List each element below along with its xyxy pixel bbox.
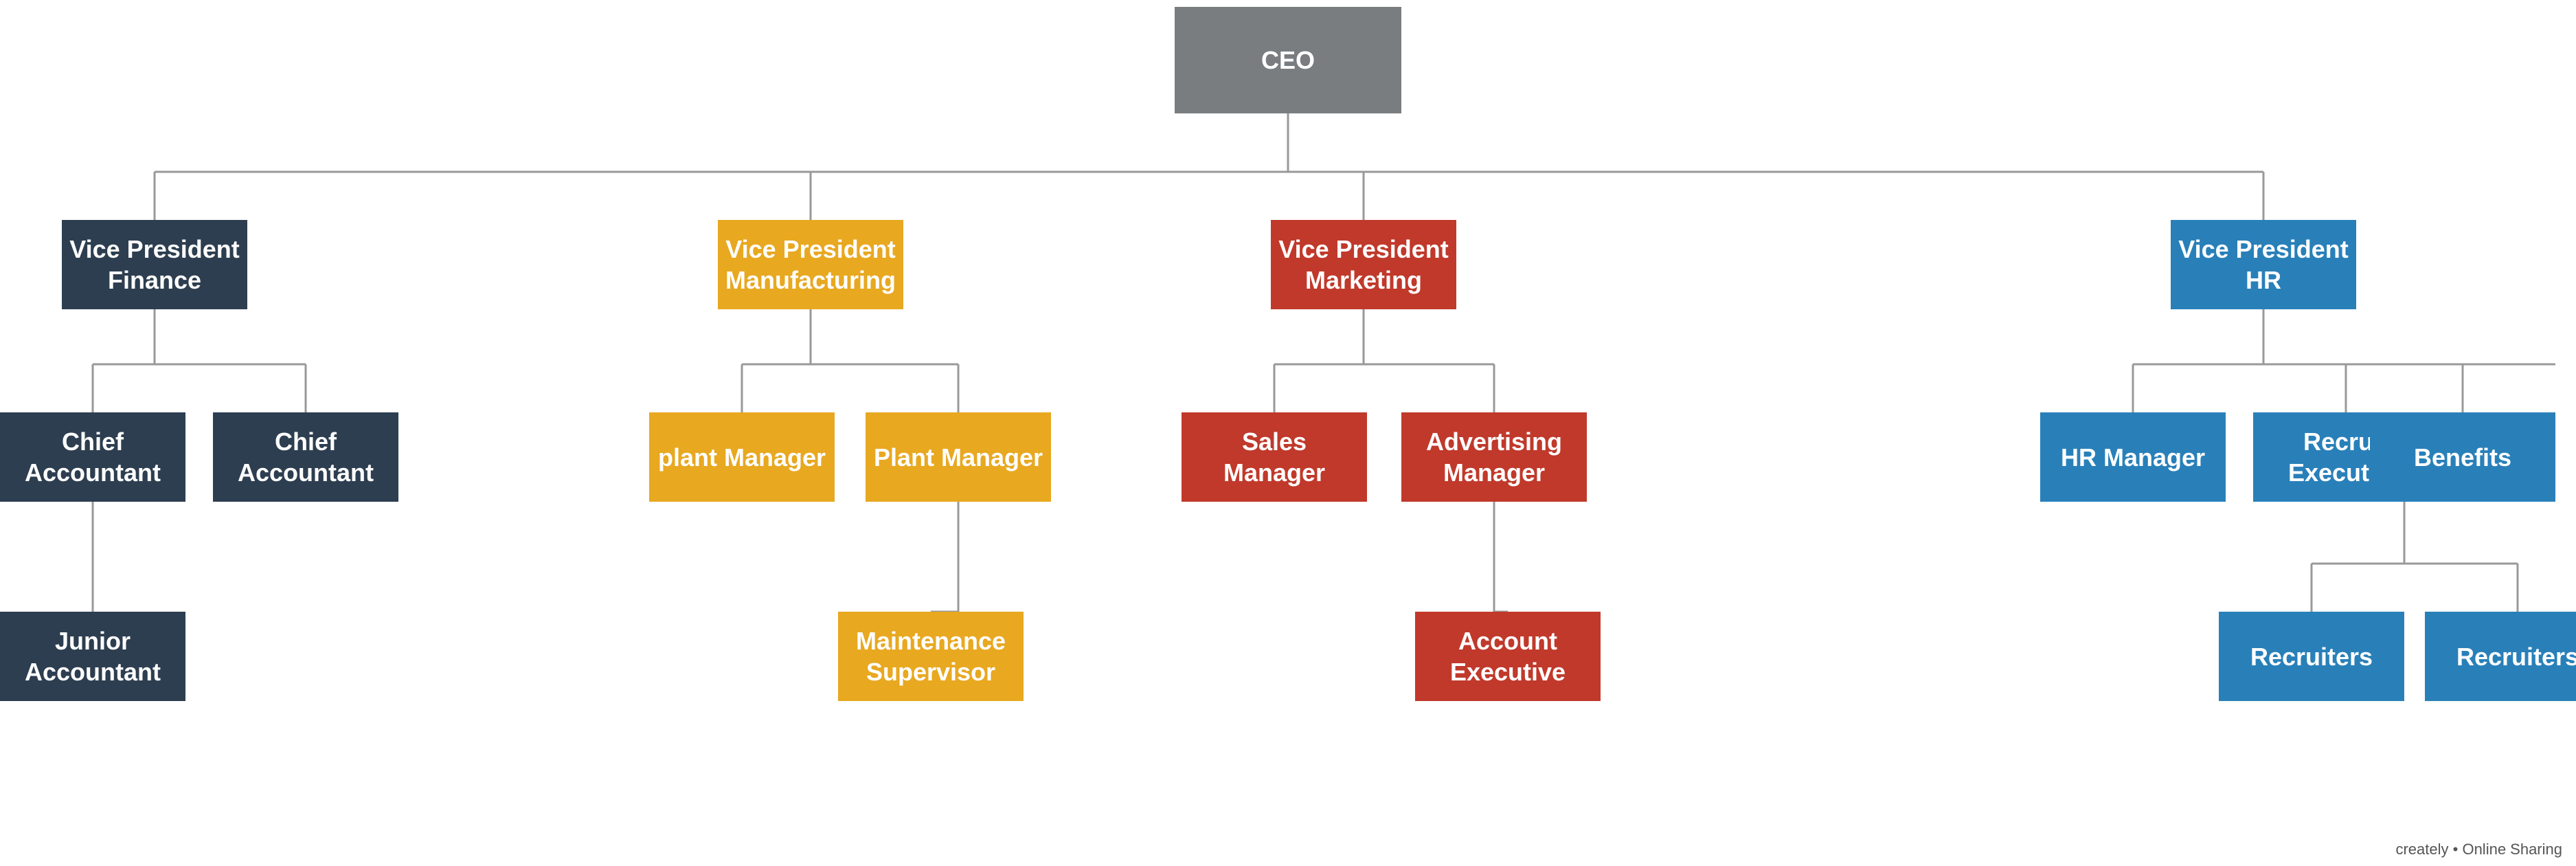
benefits-node: Benefits [2370, 412, 2555, 502]
chief-acc-1-label: Chief Accountant [7, 426, 179, 488]
maintenance-supervisor-node: Maintenance Supervisor [838, 612, 1024, 701]
vp-finance-label: Vice President Finance [69, 234, 240, 296]
junior-accountant-node: Junior Accountant [0, 612, 185, 701]
watermark-suffix: • Online Sharing [2449, 841, 2562, 858]
watermark-brand: creately [2395, 841, 2448, 858]
vp-marketing-node: Vice President Marketing [1271, 220, 1456, 309]
chief-accountant-1-node: Chief Accountant [0, 412, 185, 502]
org-chart: CEO Vice President Finance Vice Presiden… [0, 0, 2576, 866]
junior-acc-label: Junior Accountant [7, 625, 179, 687]
vp-hr-label: Vice President HR [2178, 234, 2349, 296]
account-executive-node: Account Executive [1415, 612, 1601, 701]
chief-acc-2-label: Chief Accountant [220, 426, 392, 488]
advertising-manager-node: Advertising Manager [1401, 412, 1587, 502]
plant-mgr-1-label: plant Manager [658, 442, 826, 473]
acc-exec-label: Account Executive [1422, 625, 1594, 687]
maint-supervisor-label: Maintenance Supervisor [845, 625, 1017, 687]
recruiters-2-label: Recruiters [2456, 641, 2576, 672]
recruiters-1-label: Recruiters [2250, 641, 2373, 672]
vp-marketing-label: Vice President Marketing [1278, 234, 1449, 296]
plant-manager-1-node: plant Manager [649, 412, 835, 502]
watermark: creately • Online Sharing [2395, 837, 2562, 859]
ceo-node: CEO [1175, 7, 1401, 113]
hr-manager-node: HR Manager [2040, 412, 2226, 502]
vp-manufacturing-label: Vice President Manufacturing [725, 234, 896, 296]
vp-finance-node: Vice President Finance [62, 220, 247, 309]
ceo-label: CEO [1261, 45, 1315, 76]
sales-mgr-label: Sales Manager [1188, 426, 1360, 488]
recruiters-1-node: Recruiters [2219, 612, 2404, 701]
benefits-label: Benefits [2414, 442, 2511, 473]
hr-mgr-label: HR Manager [2061, 442, 2205, 473]
vp-hr-node: Vice President HR [2171, 220, 2356, 309]
recruiters-2-node: Recruiters [2425, 612, 2576, 701]
plant-manager-2-node: Plant Manager [866, 412, 1051, 502]
sales-manager-node: Sales Manager [1182, 412, 1367, 502]
chief-accountant-2-node: Chief Accountant [213, 412, 398, 502]
vp-manufacturing-node: Vice President Manufacturing [718, 220, 903, 309]
adv-mgr-label: Advertising Manager [1408, 426, 1580, 488]
plant-mgr-2-label: Plant Manager [874, 442, 1043, 473]
